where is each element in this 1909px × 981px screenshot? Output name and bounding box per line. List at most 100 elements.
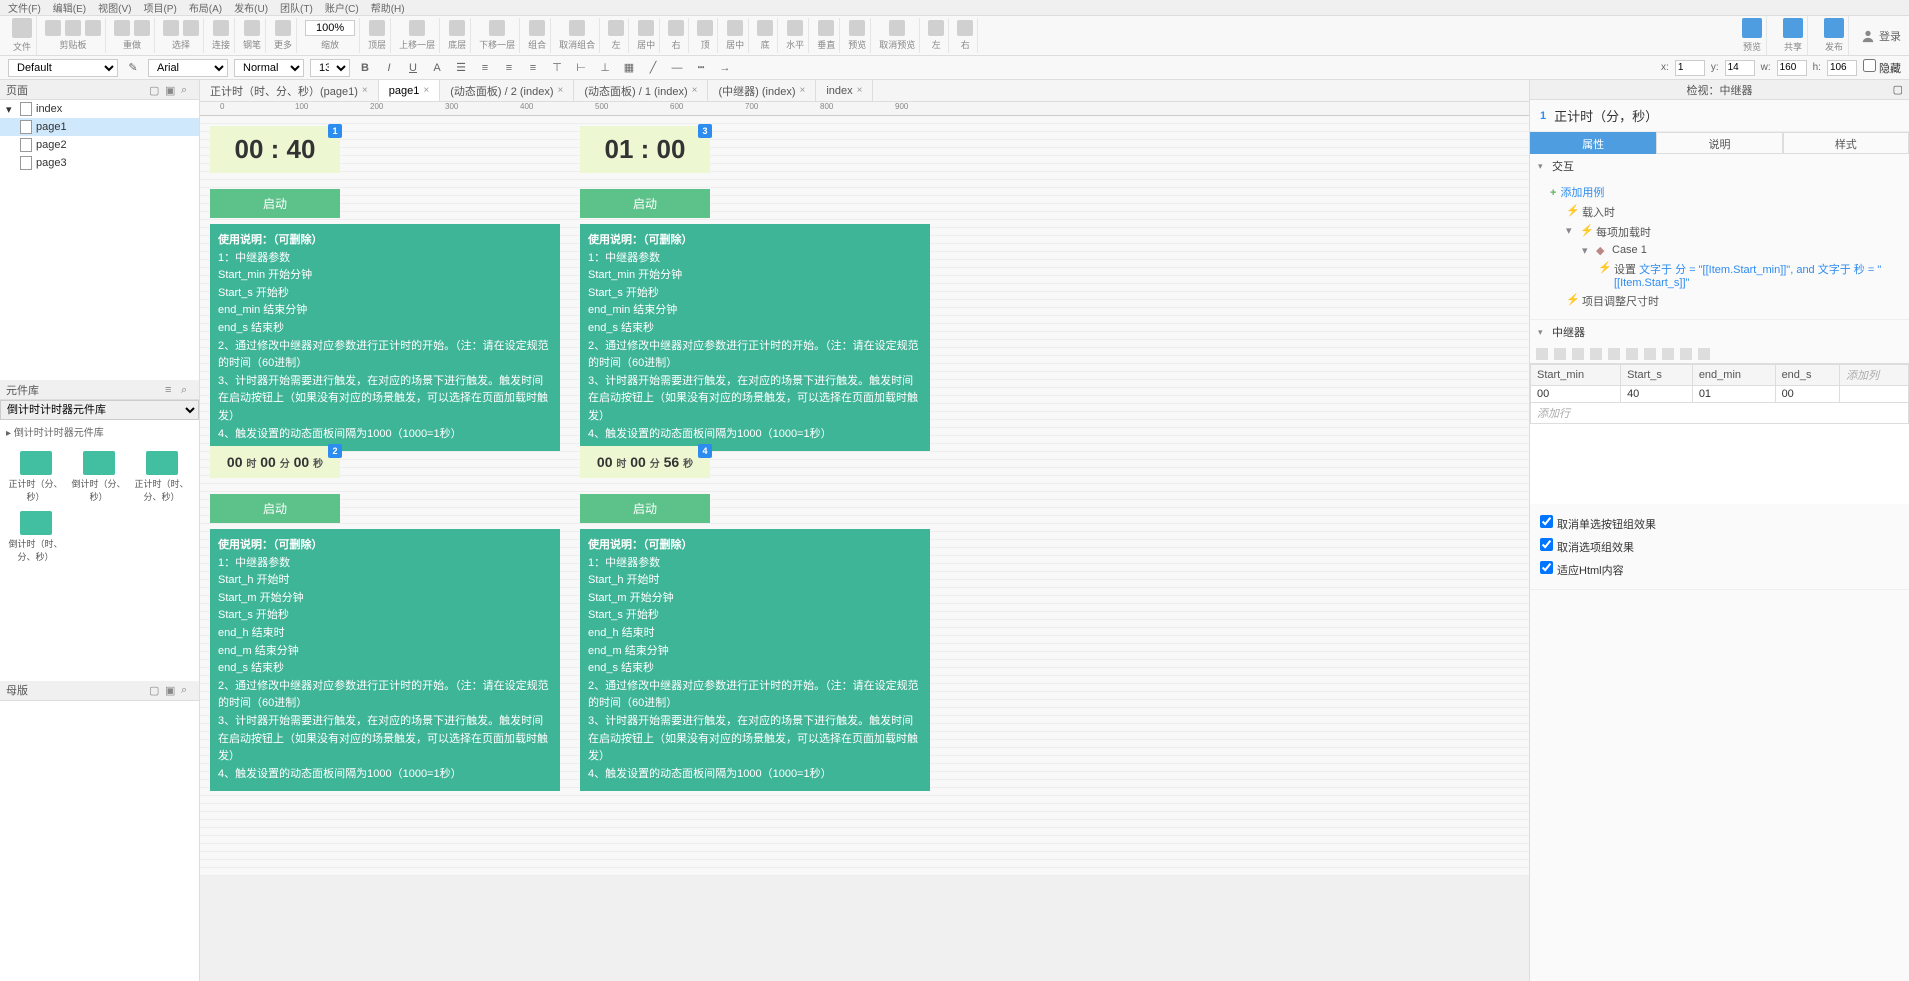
- menu-publish[interactable]: 发布(U): [234, 0, 268, 15]
- action-settext[interactable]: ⚡设置 文字于 分 = "[[Item.Start_min]]", and 文字…: [1550, 259, 1901, 291]
- tab-1[interactable]: page1×: [379, 80, 440, 101]
- weight-select[interactable]: Normal: [234, 59, 304, 77]
- opt-isolate-select[interactable]: 取消选项组效果: [1540, 535, 1899, 558]
- connect-icon[interactable]: [213, 20, 229, 36]
- close-icon[interactable]: ×: [800, 85, 806, 96]
- lib-menu-icon[interactable]: ≡: [165, 384, 177, 396]
- close-icon[interactable]: ×: [423, 85, 429, 96]
- hide-checkbox[interactable]: 隐藏: [1863, 59, 1901, 76]
- text-color-icon[interactable]: A: [428, 59, 446, 77]
- library-category[interactable]: ▸ 倒计时计时器元件库: [0, 420, 199, 443]
- rt-icon-8[interactable]: [1662, 348, 1674, 360]
- login-button[interactable]: 登录: [1861, 28, 1901, 44]
- y-input[interactable]: [1725, 60, 1755, 76]
- page-item-3[interactable]: page3: [0, 154, 199, 172]
- close-icon[interactable]: ×: [692, 85, 698, 96]
- tab-properties[interactable]: 属性: [1530, 132, 1656, 154]
- group-icon[interactable]: [529, 20, 545, 36]
- fill-icon[interactable]: ▦: [620, 59, 638, 77]
- lib-item-4[interactable]: 倒计时（时、分、秒）: [8, 511, 63, 563]
- add-page-icon[interactable]: ▢: [149, 84, 161, 96]
- lib-item-3[interactable]: 正计时（时、分、秒）: [134, 451, 189, 503]
- bold-icon[interactable]: B: [356, 59, 374, 77]
- tab-2[interactable]: (动态面板) / 2 (index)×: [440, 80, 574, 101]
- add-master-icon[interactable]: ▢: [149, 684, 161, 696]
- share-icon[interactable]: [1783, 18, 1803, 38]
- lock-icon[interactable]: [849, 20, 865, 36]
- align-c-icon[interactable]: ≡: [500, 59, 518, 77]
- front-icon[interactable]: [369, 20, 385, 36]
- page-item-2[interactable]: page2: [0, 136, 199, 154]
- menu-help[interactable]: 帮助(H): [371, 0, 405, 15]
- repeater-header[interactable]: ▾中继器: [1530, 320, 1909, 344]
- tab-style[interactable]: 样式: [1783, 132, 1909, 154]
- tab-notes[interactable]: 说明: [1656, 132, 1782, 154]
- rt-icon-1[interactable]: [1536, 348, 1548, 360]
- col-end-min[interactable]: end_min: [1692, 365, 1775, 386]
- menu-layout[interactable]: 布局(A): [189, 0, 222, 15]
- forward-icon[interactable]: [409, 20, 425, 36]
- menu-file[interactable]: 文件(F): [8, 0, 41, 15]
- opt-isolate-radio[interactable]: 取消单选按钮组效果: [1540, 512, 1899, 535]
- style-manager-icon[interactable]: ✎: [124, 59, 142, 77]
- library-select[interactable]: 倒计时计时器元件库: [0, 400, 199, 420]
- size-select[interactable]: 13: [310, 59, 350, 77]
- rt-icon-5[interactable]: [1608, 348, 1620, 360]
- start-button[interactable]: 启动: [210, 494, 340, 523]
- more-icon[interactable]: [275, 20, 291, 36]
- menu-team[interactable]: 团队(T): [280, 0, 313, 15]
- paste-icon[interactable]: [85, 20, 101, 36]
- rt-icon-3[interactable]: [1572, 348, 1584, 360]
- unlock-icon[interactable]: [889, 20, 905, 36]
- dist-h-icon[interactable]: [787, 20, 803, 36]
- close-icon[interactable]: ×: [558, 85, 564, 96]
- underline-icon[interactable]: U: [404, 59, 422, 77]
- master-search-icon[interactable]: ⌕: [181, 684, 193, 696]
- col-start-s[interactable]: Start_s: [1621, 365, 1693, 386]
- pen-icon[interactable]: [244, 20, 260, 36]
- font-select[interactable]: Arial: [148, 59, 228, 77]
- col-start-min[interactable]: Start_min: [1531, 365, 1621, 386]
- col-end-s[interactable]: end_s: [1775, 365, 1839, 386]
- align-r-icon[interactable]: ≡: [524, 59, 542, 77]
- add-folder-icon[interactable]: ▣: [165, 84, 177, 96]
- redo-icon[interactable]: [134, 20, 150, 36]
- align-left-icon[interactable]: [608, 20, 624, 36]
- page-item-1[interactable]: page1: [0, 118, 199, 136]
- italic-icon[interactable]: I: [380, 59, 398, 77]
- table-row[interactable]: 00 40 01 00: [1531, 386, 1909, 403]
- opt-fit-html[interactable]: 适应Html内容: [1540, 558, 1899, 581]
- lib-search-icon[interactable]: ⌕: [181, 384, 193, 396]
- event-onload[interactable]: ⚡载入时: [1550, 202, 1901, 222]
- tab-4[interactable]: (中继器) (index)×: [708, 80, 816, 101]
- timer-widget-2[interactable]: 2 00 时 00 分 00 秒 启动 使用说明：（可删除） 1：中继器参数St…: [210, 446, 560, 791]
- start-button[interactable]: 启动: [580, 189, 710, 218]
- tab-3[interactable]: (动态面板) / 1 (index)×: [574, 80, 708, 101]
- menu-project[interactable]: 项目(P): [143, 0, 176, 15]
- select-icon[interactable]: [163, 20, 179, 36]
- tab-0[interactable]: 正计时（时、分、秒）(page1)×: [200, 80, 379, 101]
- canvas[interactable]: 100 : 40 启动 使用说明：（可删除） 1：中继器参数Start_min …: [200, 116, 1529, 876]
- menu-view[interactable]: 视图(V): [98, 0, 131, 15]
- event-onresize[interactable]: ⚡项目调整尺寸时: [1550, 291, 1901, 311]
- copy-icon[interactable]: [65, 20, 81, 36]
- timer-widget-3[interactable]: 301 : 00 启动 使用说明：（可删除） 1：中继器参数Start_min …: [580, 126, 930, 451]
- line-color-icon[interactable]: ╱: [644, 59, 662, 77]
- add-row[interactable]: 添加行: [1531, 403, 1909, 424]
- repeater-data[interactable]: Start_min Start_s end_min end_s 添加列 00 4…: [1530, 364, 1909, 504]
- close-icon[interactable]: ×: [362, 85, 368, 96]
- align-top-icon[interactable]: [697, 20, 713, 36]
- lib-item-2[interactable]: 倒计时（分、秒）: [71, 451, 126, 503]
- dist-v-icon[interactable]: [818, 20, 834, 36]
- rt-icon-4[interactable]: [1590, 348, 1602, 360]
- w-input[interactable]: [1777, 60, 1807, 76]
- bullets-icon[interactable]: ☰: [452, 59, 470, 77]
- case-1[interactable]: ▾◆Case 1: [1550, 242, 1901, 259]
- cut-icon[interactable]: [45, 20, 61, 36]
- align-bottom-icon[interactable]: [757, 20, 773, 36]
- interactions-header[interactable]: ▾交互: [1530, 154, 1909, 178]
- start-button[interactable]: 启动: [580, 494, 710, 523]
- line-width-icon[interactable]: ―: [668, 59, 686, 77]
- rt-icon-10[interactable]: [1698, 348, 1710, 360]
- rt-icon-9[interactable]: [1680, 348, 1692, 360]
